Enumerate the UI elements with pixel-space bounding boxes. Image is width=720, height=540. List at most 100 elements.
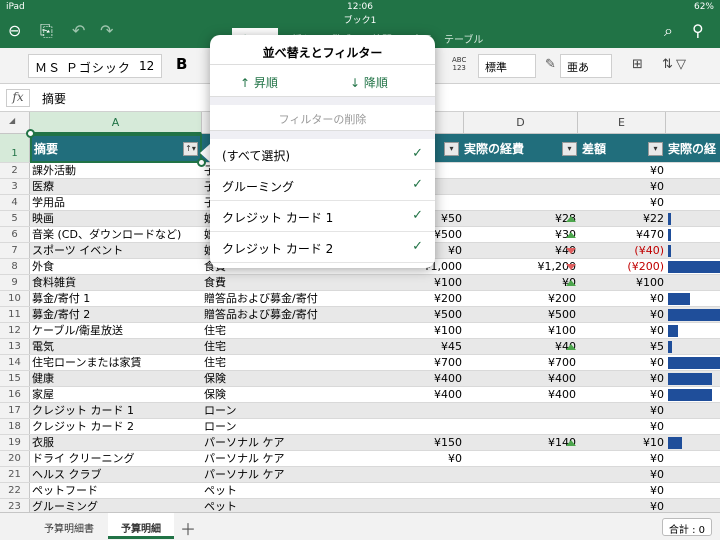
cell-description[interactable]: 家屋: [32, 387, 200, 403]
row-number[interactable]: 10: [0, 291, 30, 306]
cell-difference[interactable]: ¥28: [464, 211, 576, 227]
cell-difference[interactable]: [464, 403, 576, 419]
row-number[interactable]: 13: [0, 339, 30, 354]
cell-actual-expense-2[interactable]: ¥100: [580, 275, 664, 291]
cell-category[interactable]: ペット: [204, 499, 384, 512]
function-icon[interactable]: fx: [6, 89, 30, 107]
header-actual-expense[interactable]: 実際の経費: [464, 140, 524, 157]
cell-category[interactable]: 住宅: [204, 339, 384, 355]
filter-item[interactable]: グルーミング ✓: [210, 170, 435, 201]
filter-item[interactable]: クレジット カード 2 ✓: [210, 232, 435, 263]
row-number[interactable]: 7: [0, 243, 30, 258]
row-number[interactable]: 6: [0, 227, 30, 242]
header-actual-expense-2[interactable]: 実際の経: [668, 140, 716, 157]
cell-difference[interactable]: ¥0: [464, 275, 576, 291]
cell-actual-expense-2[interactable]: (¥40): [580, 243, 664, 259]
row-number[interactable]: 8: [0, 259, 30, 274]
header-difference[interactable]: 差額: [582, 140, 606, 157]
cell-description[interactable]: 食料雑貨: [32, 275, 200, 291]
cell-actual-expense-2[interactable]: (¥200): [580, 259, 664, 275]
row-number[interactable]: 11: [0, 307, 30, 322]
cell-category[interactable]: パーソナル ケア: [204, 467, 384, 483]
cell-actual-expense[interactable]: ¥100: [386, 323, 462, 339]
cell-difference[interactable]: ¥700: [464, 355, 576, 371]
cell-difference[interactable]: [464, 163, 576, 179]
cell-actual-expense-2[interactable]: ¥10: [580, 435, 664, 451]
cell-actual-expense-2[interactable]: ¥0: [580, 419, 664, 435]
cell-description[interactable]: ドライ クリーニング: [32, 451, 200, 467]
cell-category[interactable]: ローン: [204, 419, 384, 435]
cell-actual-expense-2[interactable]: ¥0: [580, 179, 664, 195]
cell-category[interactable]: 住宅: [204, 323, 384, 339]
cell-difference[interactable]: [464, 467, 576, 483]
cell-actual-expense[interactable]: ¥400: [386, 371, 462, 387]
row-number[interactable]: 12: [0, 323, 30, 338]
cell-category[interactable]: 住宅: [204, 355, 384, 371]
row-number[interactable]: 16: [0, 387, 30, 402]
cell-actual-expense-2[interactable]: ¥0: [580, 163, 664, 179]
cell-description[interactable]: 募金/寄付 1: [32, 291, 200, 307]
cell-actual-expense[interactable]: [386, 467, 462, 483]
row-number[interactable]: 9: [0, 275, 30, 290]
filter-button-c[interactable]: ▾: [444, 142, 459, 156]
cell-difference[interactable]: ¥400: [464, 387, 576, 403]
cell-category[interactable]: 保険: [204, 371, 384, 387]
cell-description[interactable]: グルーミング: [32, 499, 200, 512]
cell-description[interactable]: クレジット カード 1: [32, 403, 200, 419]
row-number[interactable]: 15: [0, 371, 30, 386]
filter-icon[interactable]: ▽: [676, 57, 686, 72]
font-name-box[interactable]: ＭＳ Ｐゴシック 12: [28, 54, 162, 78]
cell-difference[interactable]: ¥500: [464, 307, 576, 323]
sum-indicator[interactable]: 合計 : 0: [661, 518, 712, 536]
cell-category[interactable]: パーソナル ケア: [204, 451, 384, 467]
cell-difference[interactable]: [464, 179, 576, 195]
sort-icon[interactable]: ⇅: [662, 57, 673, 72]
cell-actual-expense[interactable]: ¥200: [386, 291, 462, 307]
sheet-tab-budget-detail[interactable]: 予算明細: [108, 513, 174, 539]
cell-description[interactable]: 医療: [32, 179, 200, 195]
font-size[interactable]: 12: [139, 59, 154, 73]
cell-style-icon[interactable]: ✎: [545, 57, 556, 72]
cell-description[interactable]: ケーブル/衛星放送: [32, 323, 200, 339]
cell-actual-expense-2[interactable]: ¥0: [580, 355, 664, 371]
filter-item[interactable]: (すべて選択) ✓: [210, 139, 435, 170]
cell-actual-expense[interactable]: ¥100: [386, 275, 462, 291]
cell-actual-expense-2[interactable]: ¥0: [580, 483, 664, 499]
row-number[interactable]: 3: [0, 179, 30, 194]
cell-difference[interactable]: [464, 451, 576, 467]
cell-actual-expense[interactable]: ¥0: [386, 451, 462, 467]
row-number[interactable]: 20: [0, 451, 30, 466]
number-format-box[interactable]: 標準: [478, 54, 536, 78]
cell-description[interactable]: ペットフード: [32, 483, 200, 499]
cell-actual-expense-2[interactable]: ¥470: [580, 227, 664, 243]
column-header-d[interactable]: D: [464, 112, 578, 134]
cell-difference[interactable]: [464, 499, 576, 512]
row-number[interactable]: 21: [0, 467, 30, 482]
filter-button-d[interactable]: ▾: [562, 142, 577, 156]
cell-difference[interactable]: ¥1,200: [464, 259, 577, 275]
cell-category[interactable]: 贈答品および募金/寄付: [204, 291, 384, 307]
cell-difference[interactable]: [464, 483, 576, 499]
row-number[interactable]: 22: [0, 483, 30, 498]
cell-difference[interactable]: ¥400: [464, 371, 576, 387]
cell-category[interactable]: パーソナル ケア: [204, 435, 384, 451]
cell-description[interactable]: 電気: [32, 339, 200, 355]
cell-actual-expense-2[interactable]: ¥0: [580, 467, 664, 483]
cell-description[interactable]: 衣服: [32, 435, 200, 451]
cell-actual-expense-2[interactable]: ¥0: [580, 451, 664, 467]
cell-description[interactable]: ヘルス クラブ: [32, 467, 200, 483]
cell-actual-expense[interactable]: ¥400: [386, 387, 462, 403]
row-number[interactable]: 1: [0, 134, 30, 162]
cell-actual-expense-2[interactable]: ¥0: [580, 371, 664, 387]
column-header-e[interactable]: E: [578, 112, 666, 134]
cell-actual-expense[interactable]: [386, 499, 462, 512]
number-format-icon[interactable]: ABC 123: [452, 56, 466, 72]
bold-button[interactable]: B: [176, 55, 187, 73]
cell-description[interactable]: 音楽 (CD、ダウンロードなど): [32, 227, 200, 243]
cell-category[interactable]: ペット: [204, 483, 384, 499]
cell-description[interactable]: 課外活動: [32, 163, 200, 179]
sheet-tab-budget-statement[interactable]: 予算明細書: [30, 513, 108, 539]
cell-difference[interactable]: ¥40: [464, 339, 576, 355]
cell-category[interactable]: 食費: [204, 275, 384, 291]
filter-button-e[interactable]: ▾: [648, 142, 663, 156]
